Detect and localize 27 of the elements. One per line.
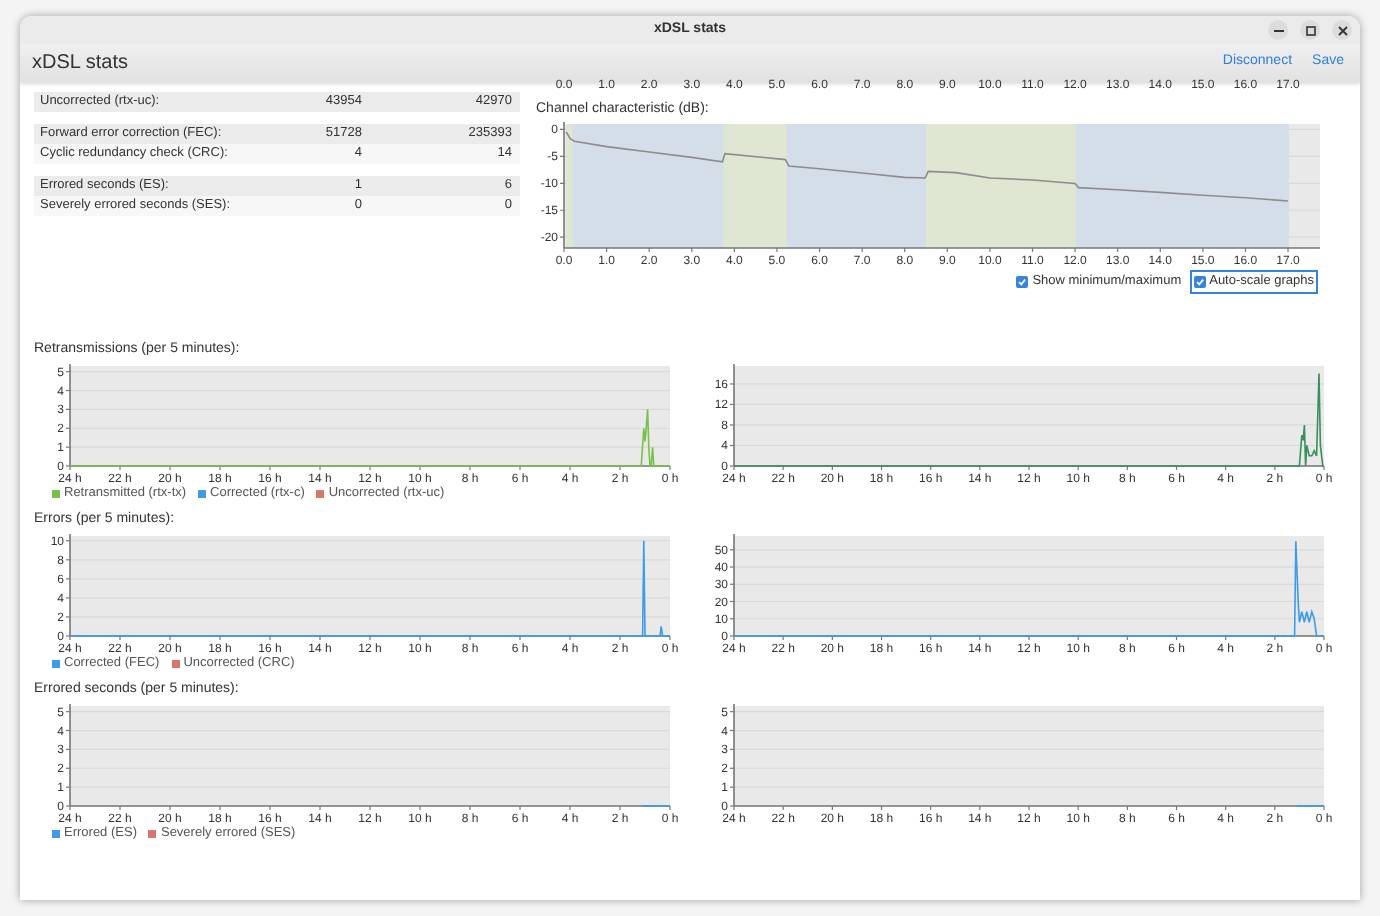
y-axis — [729, 363, 735, 467]
y-axis — [65, 703, 71, 807]
legend-swatch — [316, 490, 325, 498]
close-button[interactable] — [1332, 20, 1352, 40]
legend-swatch — [52, 490, 60, 498]
minimize-button[interactable] — [1268, 20, 1288, 40]
check-icon — [1018, 277, 1027, 286]
y-axis — [559, 121, 565, 249]
legend-swatch — [148, 830, 157, 838]
legend-swatch — [171, 660, 180, 668]
y-axis — [65, 363, 71, 467]
page-title: xDSL stats — [32, 50, 128, 78]
close-icon — [1337, 25, 1347, 35]
maximize-icon — [1305, 25, 1315, 35]
check-icon — [1195, 277, 1204, 286]
legend-swatch — [198, 490, 207, 498]
legend-swatch — [52, 660, 60, 668]
checkbox[interactable] — [1193, 275, 1206, 288]
maximize-button[interactable] — [1300, 20, 1320, 40]
y-axis — [729, 703, 735, 807]
data-line — [1296, 805, 1325, 807]
minimize-icon — [1273, 29, 1283, 31]
y-axis — [729, 533, 735, 637]
data-line — [641, 805, 671, 807]
checkbox[interactable] — [1016, 275, 1029, 288]
legend-swatch — [52, 830, 60, 838]
y-axis — [65, 533, 71, 637]
